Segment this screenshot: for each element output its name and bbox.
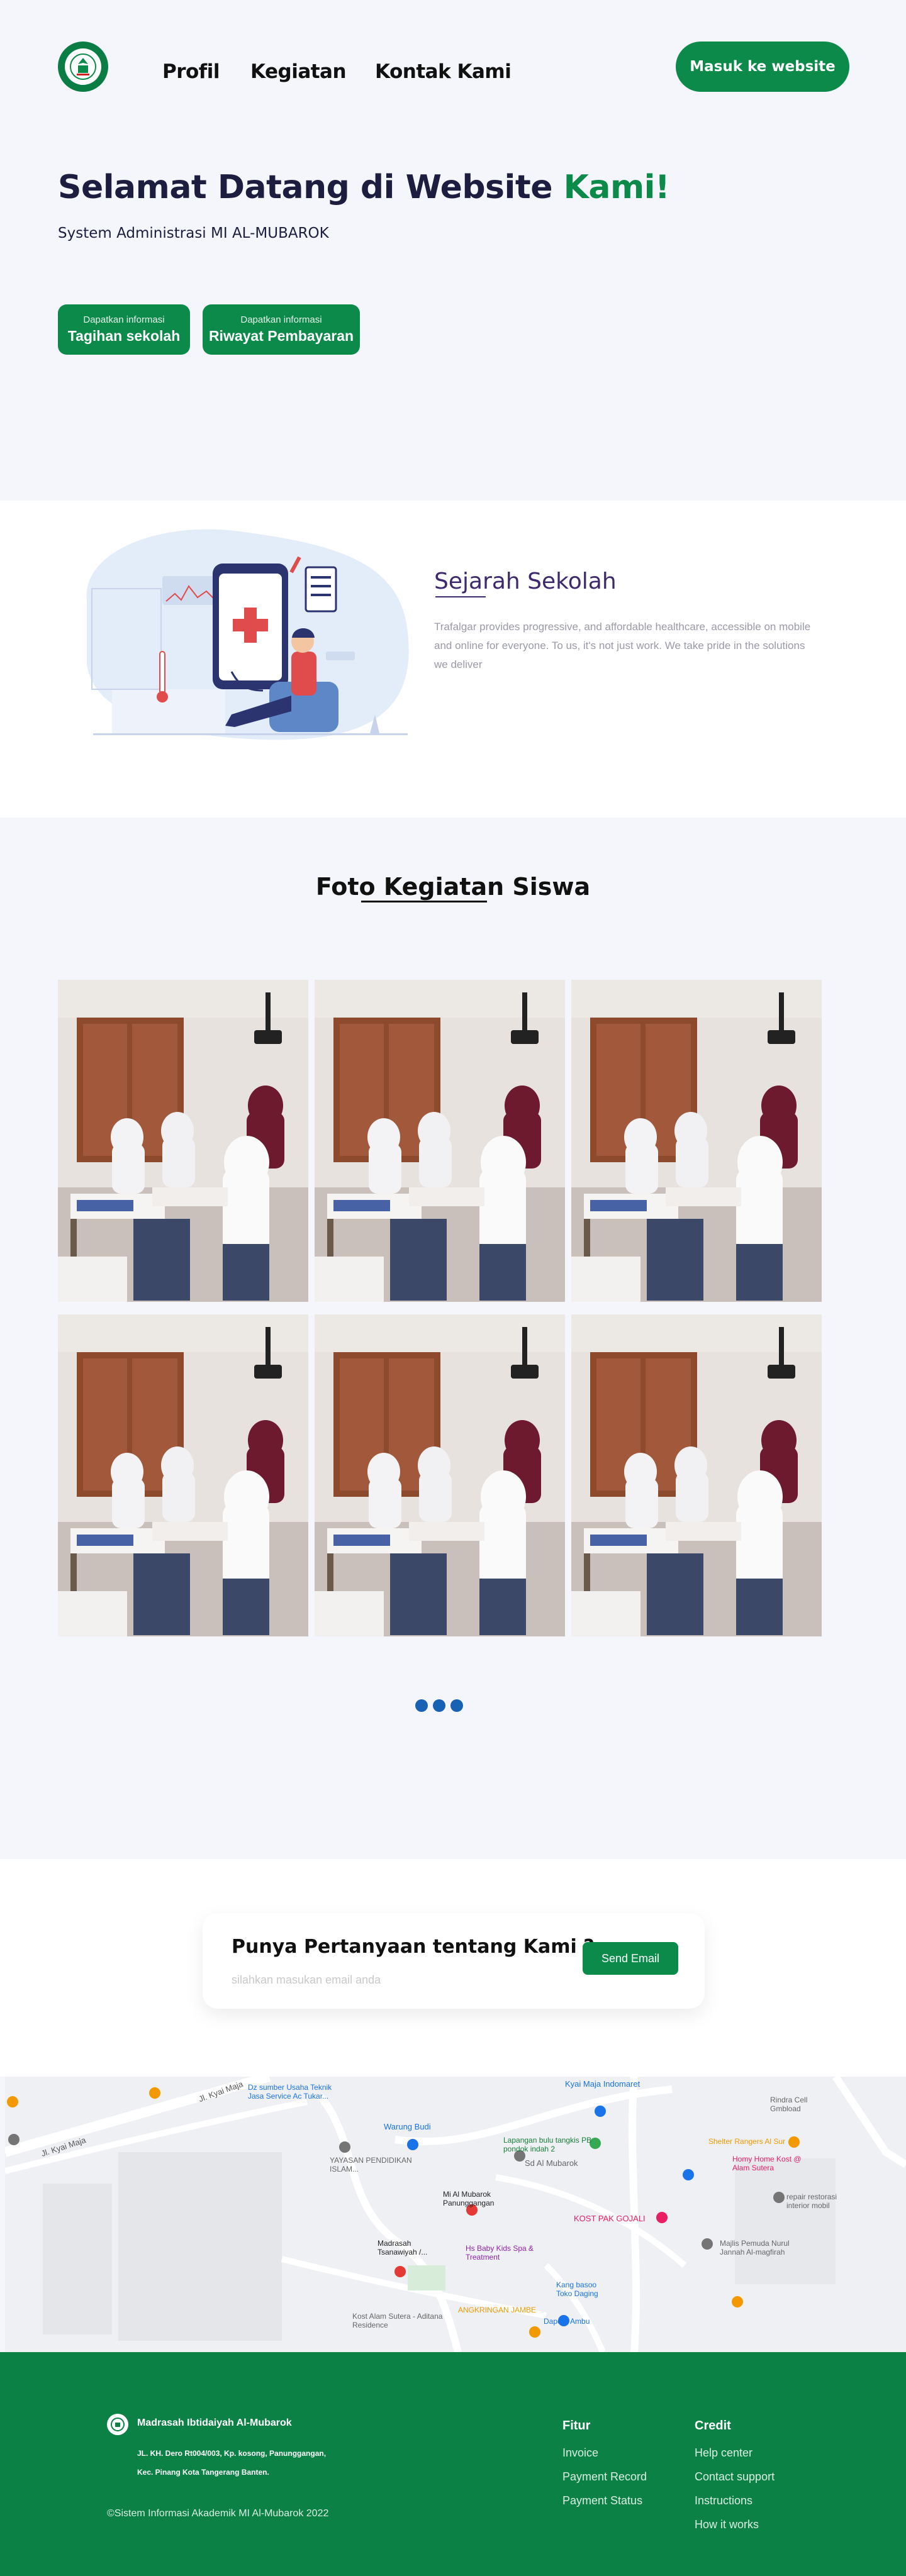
map-label-dapoer-ambu: Dapoer Ambu	[544, 2317, 590, 2326]
hero-subtitle: System Administrasi MI AL-MUBAROK	[58, 225, 329, 242]
map-label-madrasah-tsanawiyah: Madrasah Tsanawiyah /...	[378, 2239, 428, 2257]
activity-photo-4[interactable]	[58, 1314, 308, 1636]
footer-copyright: ©Sistem Informasi Akademik MI Al-Mubarok…	[107, 2508, 329, 2519]
map-label-kang-basoo: Kang basoo Toko Daging	[556, 2280, 598, 2298]
activity-photo-3[interactable]	[571, 980, 822, 1302]
send-email-button[interactable]: Send Email	[583, 1942, 678, 1975]
activity-photo-1[interactable]	[58, 980, 308, 1302]
map-label-baby-spa: Hs Baby Kids Spa & Treatment	[466, 2244, 534, 2262]
map-label-dz-sumber: Dz sumber Usaha Teknik Jasa Service Ac T…	[248, 2083, 332, 2101]
footer-link-help-center[interactable]: Help center	[695, 2446, 752, 2460]
footer-logo-icon	[107, 2414, 128, 2435]
foto-title-underline	[361, 901, 487, 902]
sejarah-text: Trafalgar provides progressive, and affo…	[434, 621, 811, 670]
carousel-dot-3[interactable]	[450, 1699, 463, 1712]
carousel-dot-1[interactable]	[415, 1699, 428, 1712]
sejarah-section: Sejarah Sekolah Trafalgar provides progr…	[0, 501, 906, 818]
map-label-warung-budi: Warung Budi	[384, 2122, 431, 2131]
foto-section: Foto Kegiatan Siswa	[0, 818, 906, 1859]
email-input[interactable]	[232, 1974, 496, 1987]
question-section: Punya Pertanyaan tentang Kami ? Send Ema…	[0, 1859, 906, 2077]
map-label-kost-alam-sutera: Kost Alam Sutera - Aditana Residence	[352, 2312, 443, 2329]
footer: Madrasah Ibtidaiyah Al-Mubarok JL. KH. D…	[0, 2352, 906, 2576]
map-label-indomaret: Kyai Maja Indomaret	[565, 2079, 640, 2089]
footer-link-instructions[interactable]: Instructions	[695, 2494, 752, 2507]
footer-address-line-1: JL. KH. Dero Rt004/003, Kp. kosong, Panu…	[137, 2449, 327, 2458]
riwayat-label: Riwayat Pembayaran	[208, 328, 354, 344]
footer-link-invoice[interactable]: Invoice	[562, 2446, 598, 2460]
riwayat-button[interactable]: Dapatkan informasi Riwayat Pembayaran	[203, 304, 360, 355]
nav-kegiatan[interactable]: Kegiatan	[250, 60, 347, 83]
foto-title: Foto Kegiatan Siswa	[315, 873, 591, 901]
login-button[interactable]: Masuk ke website	[676, 42, 849, 92]
map-streets	[5, 2077, 906, 2352]
map-label-shelter: Shelter Rangers Al Sur	[708, 2137, 786, 2146]
nav-profil[interactable]: Profil	[162, 60, 220, 83]
hero-title-accent: Kami!	[563, 169, 670, 206]
hero-title: Selamat Datang di Website Kami!	[58, 169, 670, 206]
hero-title-main: Selamat Datang di Website	[58, 169, 564, 206]
map-label-lapangan: Lapangan bulu tangkis PB pondok indah 2	[503, 2136, 592, 2153]
footer-link-payment-record[interactable]: Payment Record	[562, 2470, 647, 2484]
map-label-homy-home-kost: Homy Home Kost @ Alam Sutera	[732, 2155, 802, 2172]
map-label-rindra-cell: Rindra Cell Gmbload	[770, 2096, 808, 2113]
map-label-angkringan: ANGKRINGAN JAMBE	[458, 2306, 537, 2314]
riwayat-caption: Dapatkan informasi	[240, 314, 322, 325]
tagihan-caption: Dapatkan informasi	[83, 314, 165, 325]
sejarah-underline	[435, 596, 486, 597]
carousel-dot-2[interactable]	[433, 1699, 445, 1712]
map-label-yayasan: YAYASAN PENDIDIKAN ISLAM...	[330, 2156, 412, 2174]
activity-photo-6[interactable]	[571, 1314, 822, 1636]
footer-link-how-it-works[interactable]: How it works	[695, 2518, 759, 2531]
activity-photo-5[interactable]	[315, 1314, 565, 1636]
footer-address: JL. KH. Dero Rt004/003, Kp. kosong, Panu…	[137, 2444, 326, 2482]
question-title: Punya Pertanyaan tentang Kami ?	[232, 1936, 595, 1958]
question-card: Punya Pertanyaan tentang Kami ? Send Ema…	[203, 1913, 705, 2009]
healthcare-illustration	[86, 529, 409, 740]
map-label-mi-al-mubarok: Mi Al Mubarok Panunggangan	[443, 2190, 495, 2207]
sejarah-title: Sejarah Sekolah	[434, 569, 617, 594]
footer-col-credit-title: Credit	[695, 2419, 731, 2433]
map-label-repair-restorasi: repair restorasi interior mobil	[786, 2192, 837, 2210]
location-map[interactable]: Jl. Kyai Maja Kyai Maja Indomaret Warung…	[5, 2077, 906, 2352]
map-label-sd-al-mubarok: Sd Al Mubarok	[525, 2158, 578, 2168]
activity-photo-2[interactable]	[315, 980, 565, 1302]
tagihan-button[interactable]: Dapatkan informasi Tagihan sekolah	[58, 304, 190, 355]
footer-address-line-2: Kec. Pinang Kota Tangerang Banten.	[137, 2468, 269, 2477]
map-label-majlis: Majlis Pemuda Nurul Jannah Al-magfirah	[720, 2239, 790, 2257]
school-emblem-icon	[65, 48, 101, 85]
footer-link-contact-support[interactable]: Contact support	[695, 2470, 775, 2484]
footer-school-name: Madrasah Ibtidaiyah Al-Mubarok	[137, 2418, 292, 2428]
nav-kontak-kami[interactable]: Kontak Kami	[375, 60, 512, 83]
map-label-kost-pak-gojali: KOST PAK GOJALI	[574, 2214, 646, 2223]
hero-section: Profil Kegiatan Kontak Kami Masuk ke web…	[0, 0, 906, 501]
school-logo[interactable]	[58, 42, 108, 92]
tagihan-label: Tagihan sekolah	[67, 328, 181, 344]
footer-link-payment-status[interactable]: Payment Status	[562, 2494, 642, 2507]
footer-col-fitur-title: Fitur	[562, 2419, 591, 2433]
